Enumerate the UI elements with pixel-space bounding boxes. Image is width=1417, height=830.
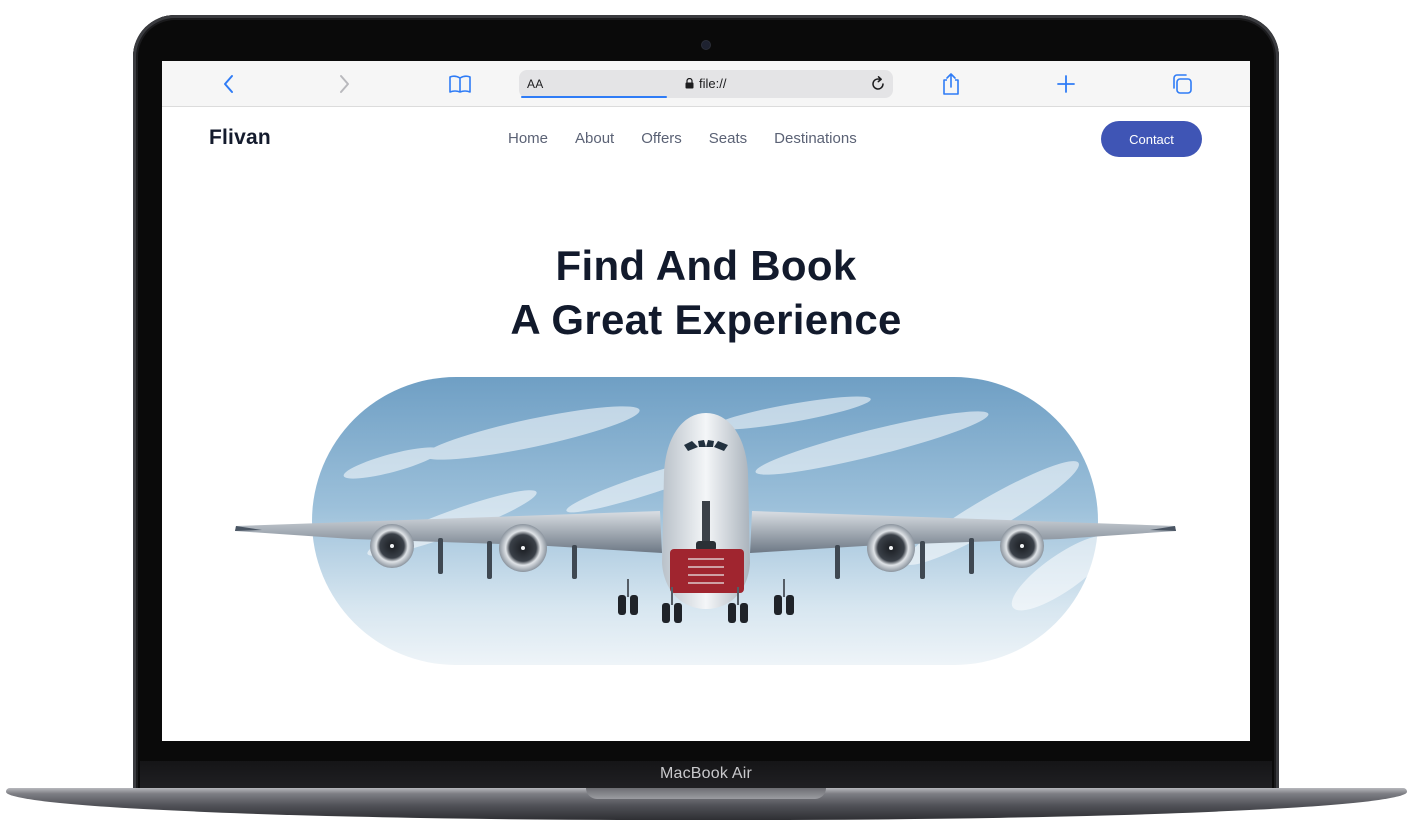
nav-link-home[interactable]: Home	[508, 130, 548, 147]
tabs-icon[interactable]	[1170, 72, 1194, 96]
new-tab-icon[interactable]	[1054, 72, 1078, 96]
back-icon[interactable]	[217, 72, 241, 96]
bookmarks-icon[interactable]	[448, 72, 472, 96]
nav-link-about[interactable]: About	[575, 130, 614, 147]
nav-link-seats[interactable]: Seats	[709, 130, 747, 147]
address-bar[interactable]: AA file://	[519, 70, 893, 98]
laptop-hinge-notch	[586, 788, 826, 799]
page-load-progress	[521, 96, 667, 98]
forward-icon[interactable]	[332, 72, 356, 96]
url-display[interactable]: file://	[685, 76, 726, 91]
text-size-button[interactable]: AA	[527, 77, 544, 91]
url-text: file://	[699, 76, 727, 91]
reload-icon[interactable]	[869, 75, 887, 93]
browser-toolbar: AA file://	[162, 61, 1250, 107]
nav-link-destinations[interactable]: Destinations	[774, 130, 857, 147]
contact-button[interactable]: Contact	[1101, 121, 1202, 157]
lock-icon	[685, 78, 694, 89]
share-icon[interactable]	[939, 72, 963, 96]
browser-screen: AA file:// Flivan Home About Offers Seat…	[162, 61, 1250, 741]
hero-title-line-2: A Great Experience	[510, 296, 902, 343]
brand-logo[interactable]: Flivan	[209, 126, 271, 150]
main-menu: Home About Offers Seats Destinations	[508, 130, 857, 147]
device-label: MacBook Air	[659, 765, 752, 782]
hero-title-line-1: Find And Book	[555, 242, 857, 289]
laptop-mockup: AA file:// Flivan Home About Offers Seat…	[0, 0, 1417, 830]
site-navbar: Flivan Home About Offers Seats Destinati…	[162, 107, 1250, 169]
nav-link-offers[interactable]: Offers	[641, 130, 682, 147]
camera-icon	[702, 41, 710, 49]
hero-title: Find And Book A Great Experience	[162, 239, 1250, 347]
airplane-hero-image	[235, 377, 1176, 665]
